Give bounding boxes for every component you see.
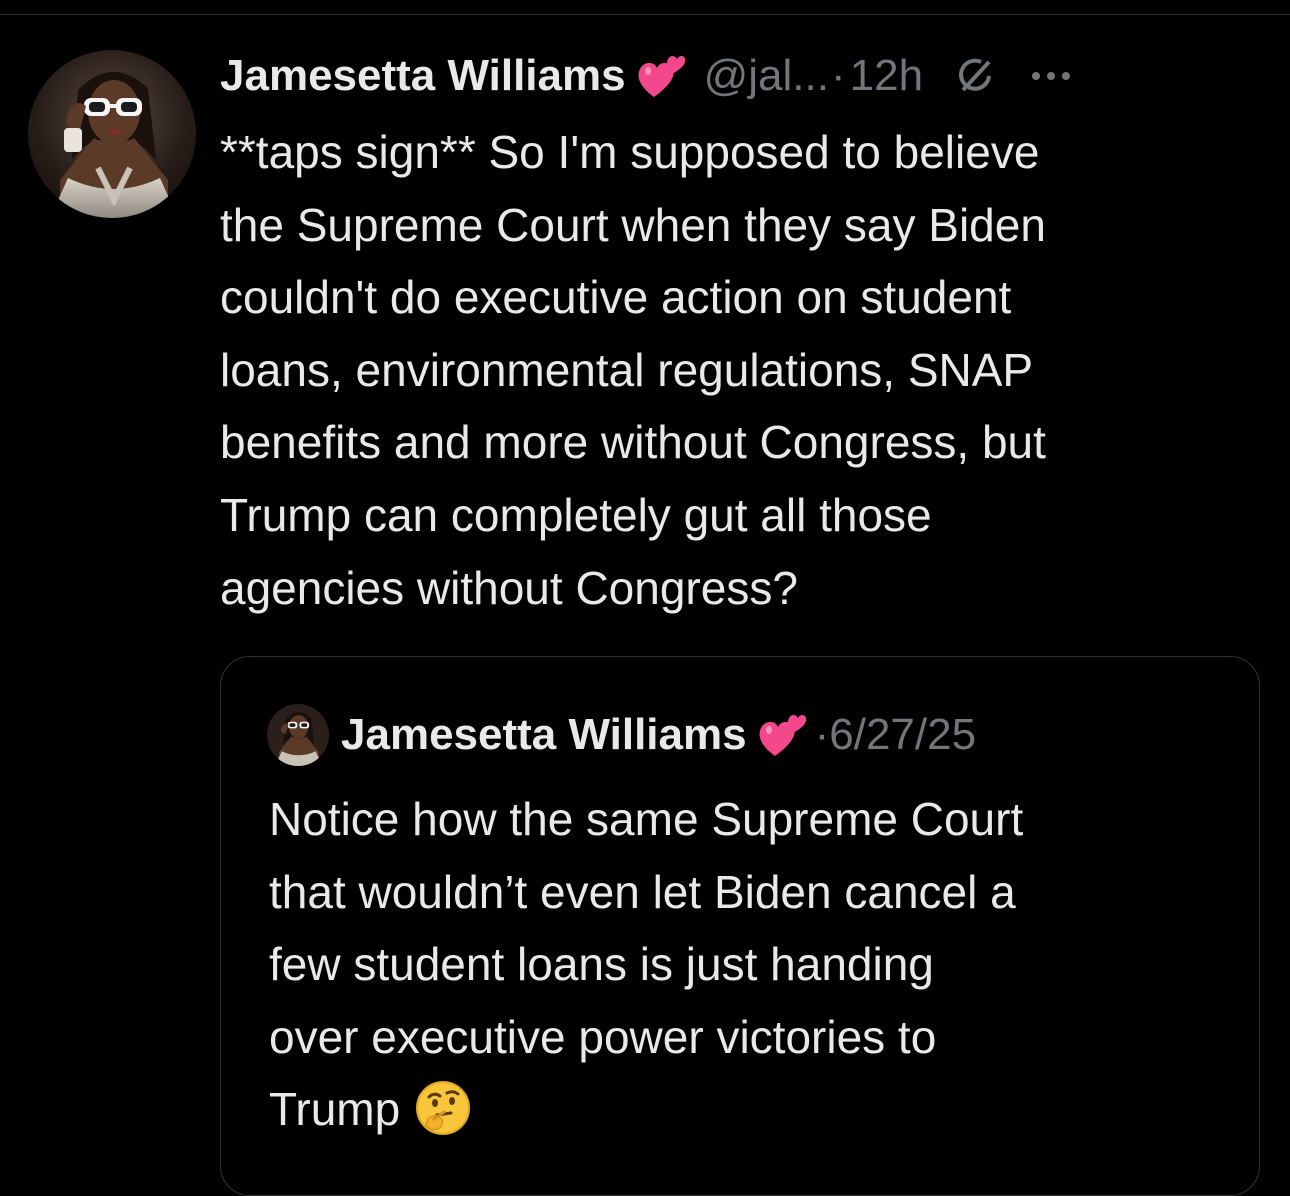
more-options-icon[interactable] xyxy=(1029,69,1073,83)
tweet-text-line: Trump can completely gut all those xyxy=(220,488,932,541)
quote-author-name[interactable]: Jamesetta Williams xyxy=(341,710,747,760)
tweet-timestamp[interactable]: 12h xyxy=(850,51,923,101)
two-hearts-icon xyxy=(757,712,807,758)
quote-text-line: Trump xyxy=(269,1083,401,1136)
separator-dot: · xyxy=(830,51,846,100)
tweet-text-line: **taps sign** So I'm supposed to believe xyxy=(220,126,1040,178)
quote-text-last-line: Trump xyxy=(269,1073,1249,1146)
tweet-text-line: the Supreme Court when they say Biden xyxy=(220,198,1046,251)
tweet-text-line: couldn't do executive action on student xyxy=(220,271,1012,324)
author-handle[interactable]: @jal... xyxy=(704,51,829,101)
quote-text: Notice how the same Supreme Court that w… xyxy=(269,783,1249,1146)
two-hearts-icon xyxy=(636,53,686,99)
quote-author-avatar[interactable] xyxy=(267,704,329,766)
grok-icon[interactable] xyxy=(957,58,993,94)
tweet-text-line: benefits and more without Congress, but xyxy=(220,416,1046,469)
separator-dot: · xyxy=(814,710,830,759)
tweet-text-line: agencies without Congress? xyxy=(220,561,798,614)
quote-header: Jamesetta Williams · 6/27/25 xyxy=(267,703,976,767)
quote-text-line: over executive power victories to xyxy=(269,1010,937,1063)
author-avatar[interactable] xyxy=(28,50,196,218)
quote-text-line: that wouldn’t even let Biden cancel a xyxy=(269,865,1016,918)
quoted-tweet-card[interactable]: Jamesetta Williams · 6/27/25 Notice how … xyxy=(220,656,1260,1196)
quote-text-line: few student loans is just handing xyxy=(269,938,934,991)
top-divider xyxy=(0,14,1290,15)
thinking-face-icon xyxy=(414,1079,472,1137)
quote-text-line: Notice how the same Supreme Court xyxy=(269,793,1024,845)
tweet-header: Jamesetta Williams @jal... · 12h xyxy=(220,44,1270,108)
quote-date[interactable]: 6/27/25 xyxy=(829,710,976,760)
tweet-text-line: loans, environmental regulations, SNAP xyxy=(220,343,1034,396)
author-name[interactable]: Jamesetta Williams xyxy=(220,51,626,101)
tweet-text: **taps sign** So I'm supposed to believe… xyxy=(220,116,1270,624)
